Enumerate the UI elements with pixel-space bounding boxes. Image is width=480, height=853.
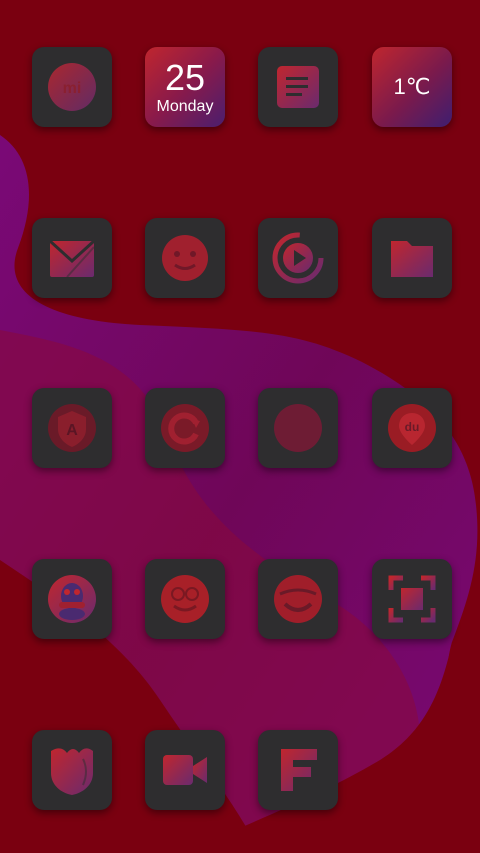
screenshot-frame-icon: [388, 575, 436, 623]
video-camera-app-icon[interactable]: [145, 730, 225, 810]
security-shield-icon: A: [48, 404, 96, 452]
circle-app-icon: [274, 404, 322, 452]
map-app-icon[interactable]: du: [372, 388, 452, 468]
video-player-icon: [272, 232, 324, 284]
svg-text:mi: mi: [63, 80, 82, 97]
mi-app-icon[interactable]: mi: [32, 47, 112, 127]
refresh-icon: [161, 404, 209, 452]
f-letter-icon: [281, 749, 317, 791]
smile-ball-icon: [274, 575, 322, 623]
svg-text:du: du: [405, 420, 420, 434]
svg-text:A: A: [66, 422, 78, 439]
notes-icon: [277, 66, 319, 108]
qq-penguin-icon: [48, 575, 96, 623]
mi-icon: mi: [48, 63, 96, 111]
mail-icon: [48, 239, 96, 278]
folder-app-icon[interactable]: [372, 218, 452, 298]
screenshot-app-icon[interactable]: [372, 559, 452, 639]
circle-app-icon[interactable]: [258, 388, 338, 468]
folder-icon: [391, 241, 433, 277]
browser-shield-icon: [51, 748, 93, 795]
weather-temperature: 1℃: [393, 74, 431, 99]
refresh-app-icon[interactable]: [145, 388, 225, 468]
chat-face-icon: [161, 575, 209, 623]
calendar-weekday: Monday: [156, 98, 214, 115]
smile-app-icon[interactable]: [258, 559, 338, 639]
weather-widget[interactable]: 1℃: [372, 47, 452, 127]
notes-app-icon[interactable]: [258, 47, 338, 127]
emoji-app-icon[interactable]: [145, 218, 225, 298]
video-player-app-icon[interactable]: [258, 218, 338, 298]
calendar-widget[interactable]: 25 Monday: [145, 47, 225, 127]
map-pin-icon: du: [388, 404, 436, 452]
emoji-face-icon: [162, 235, 208, 281]
mail-app-icon[interactable]: [32, 218, 112, 298]
qq-app-icon[interactable]: [32, 559, 112, 639]
video-camera-icon: [163, 755, 207, 785]
chat-app-icon[interactable]: [145, 559, 225, 639]
calendar-day-number: 25: [164, 57, 206, 98]
browser-app-icon[interactable]: [32, 730, 112, 810]
f-app-icon[interactable]: [258, 730, 338, 810]
security-app-icon[interactable]: A: [32, 388, 112, 468]
